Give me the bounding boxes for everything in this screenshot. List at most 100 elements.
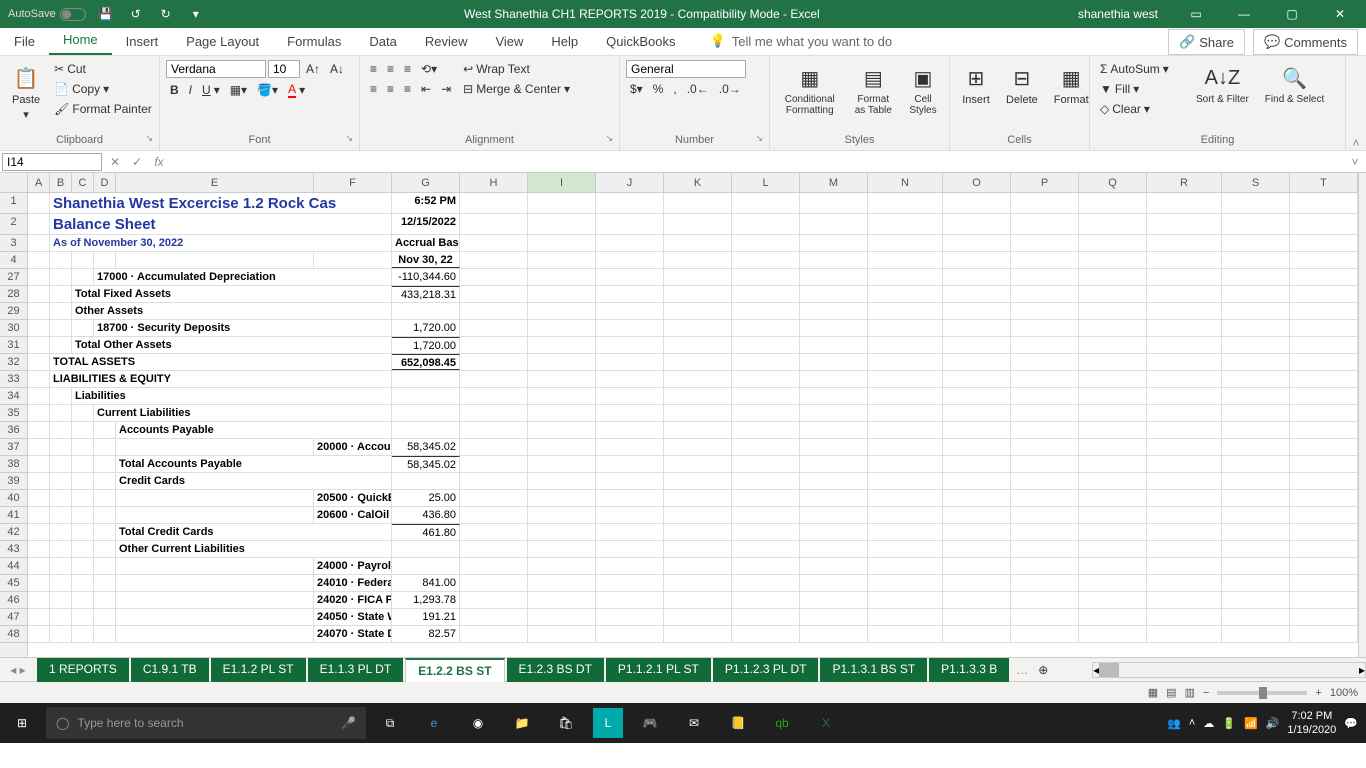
cell-A34[interactable] [28, 388, 50, 404]
grid-row[interactable]: Credit Cards [28, 473, 1358, 490]
column-header-A[interactable]: A [28, 173, 50, 192]
cell-T40[interactable] [1290, 490, 1358, 506]
page-break-view-icon[interactable]: ▥ [1185, 686, 1195, 699]
cell-A36[interactable] [28, 422, 50, 438]
cell-B47[interactable] [50, 609, 72, 625]
cell-E44[interactable] [116, 558, 314, 574]
column-header-N[interactable]: N [868, 173, 943, 192]
align-middle-icon[interactable]: ≡ [383, 60, 398, 78]
cell-G36[interactable] [392, 422, 460, 438]
cell-G41[interactable]: 436.80 [392, 507, 460, 523]
row-header-1[interactable]: 1 [0, 193, 27, 214]
cell-C35[interactable] [72, 405, 94, 421]
cell-A39[interactable] [28, 473, 50, 489]
row-header-38[interactable]: 38 [0, 456, 27, 473]
cell-N48[interactable] [868, 626, 943, 642]
app-icon[interactable]: L [593, 708, 623, 738]
column-header-M[interactable]: M [800, 173, 868, 192]
cell-L27[interactable] [732, 269, 800, 285]
grid-row[interactable]: Current Liabilities [28, 405, 1358, 422]
grid-row[interactable]: 18700 · Security Deposits1,720.00 [28, 320, 1358, 337]
cell-P30[interactable] [1011, 320, 1079, 336]
cell-E38[interactable]: Total Accounts Payable [116, 456, 392, 472]
cell-O33[interactable] [943, 371, 1011, 387]
cell-R27[interactable] [1147, 269, 1222, 285]
cell-N47[interactable] [868, 609, 943, 625]
clock[interactable]: 7:02 PM 1/19/2020 [1287, 709, 1336, 737]
cell-A42[interactable] [28, 524, 50, 540]
sheet-tab[interactable]: E1.1.3 PL DT [308, 658, 404, 682]
zoom-slider[interactable] [1217, 691, 1307, 695]
cell-S37[interactable] [1222, 439, 1290, 455]
cell-O40[interactable] [943, 490, 1011, 506]
cell-I2[interactable] [528, 214, 596, 234]
row-header-3[interactable]: 3 [0, 235, 27, 252]
cell-N37[interactable] [868, 439, 943, 455]
cell-N33[interactable] [868, 371, 943, 387]
cell-H1[interactable] [460, 193, 528, 213]
cell-F45[interactable]: 24010 · Federal Withholding [314, 575, 392, 591]
cell-I34[interactable] [528, 388, 596, 404]
cell-P2[interactable] [1011, 214, 1079, 234]
cell-B2[interactable]: Balance Sheet [50, 214, 392, 234]
cell-J33[interactable] [596, 371, 664, 387]
cell-L48[interactable] [732, 626, 800, 642]
cell-B42[interactable] [50, 524, 72, 540]
grid-row[interactable]: Total Accounts Payable58,345.02 [28, 456, 1358, 473]
cell-S30[interactable] [1222, 320, 1290, 336]
cell-L39[interactable] [732, 473, 800, 489]
onedrive-icon[interactable]: ☁ [1203, 717, 1214, 730]
cell-P32[interactable] [1011, 354, 1079, 370]
cell-Q28[interactable] [1079, 286, 1147, 302]
cell-R47[interactable] [1147, 609, 1222, 625]
cell-C38[interactable] [72, 456, 94, 472]
normal-view-icon[interactable]: ▦ [1148, 686, 1158, 699]
cell-J32[interactable] [596, 354, 664, 370]
insert-cells-button[interactable]: ⊞Insert [956, 60, 996, 132]
cell-G35[interactable] [392, 405, 460, 421]
cell-M29[interactable] [800, 303, 868, 319]
cell-A32[interactable] [28, 354, 50, 370]
cell-P28[interactable] [1011, 286, 1079, 302]
cell-N40[interactable] [868, 490, 943, 506]
cell-T36[interactable] [1290, 422, 1358, 438]
cell-M32[interactable] [800, 354, 868, 370]
cell-N29[interactable] [868, 303, 943, 319]
cell-O2[interactable] [943, 214, 1011, 234]
tab-view[interactable]: View [481, 28, 537, 55]
cell-Q31[interactable] [1079, 337, 1147, 353]
battery-icon[interactable]: 🔋 [1222, 717, 1236, 730]
cell-G32[interactable]: 652,098.45 [392, 354, 460, 370]
cell-B35[interactable] [50, 405, 72, 421]
cell-Q3[interactable] [1079, 235, 1147, 251]
sheet-nav-buttons[interactable]: ◂ ▸ [0, 663, 36, 677]
cell-C47[interactable] [72, 609, 94, 625]
sheet-tab[interactable]: E1.2.3 BS DT [507, 658, 604, 682]
cell-I42[interactable] [528, 524, 596, 540]
cell-I30[interactable] [528, 320, 596, 336]
cell-I27[interactable] [528, 269, 596, 285]
cell-I1[interactable] [528, 193, 596, 213]
cell-L45[interactable] [732, 575, 800, 591]
grid-row[interactable]: Other Assets [28, 303, 1358, 320]
cell-F41[interactable]: 20600 · CalOil Credit Card [314, 507, 392, 523]
cell-P37[interactable] [1011, 439, 1079, 455]
grid-row[interactable]: 17000 · Accumulated Depreciation-110,344… [28, 269, 1358, 286]
cell-T28[interactable] [1290, 286, 1358, 302]
cell-H29[interactable] [460, 303, 528, 319]
cell-R35[interactable] [1147, 405, 1222, 421]
cell-K47[interactable] [664, 609, 732, 625]
cell-M39[interactable] [800, 473, 868, 489]
grid-row[interactable]: 20600 · CalOil Credit Card436.80 [28, 507, 1358, 524]
cell-B30[interactable] [50, 320, 72, 336]
cell-A43[interactable] [28, 541, 50, 557]
cell-N27[interactable] [868, 269, 943, 285]
cell-G3[interactable]: Accrual Basis [392, 235, 460, 251]
cell-L47[interactable] [732, 609, 800, 625]
cell-B31[interactable] [50, 337, 72, 353]
cell-J35[interactable] [596, 405, 664, 421]
cell-T2[interactable] [1290, 214, 1358, 234]
cell-Q39[interactable] [1079, 473, 1147, 489]
cell-O41[interactable] [943, 507, 1011, 523]
cell-A4[interactable] [28, 252, 50, 268]
